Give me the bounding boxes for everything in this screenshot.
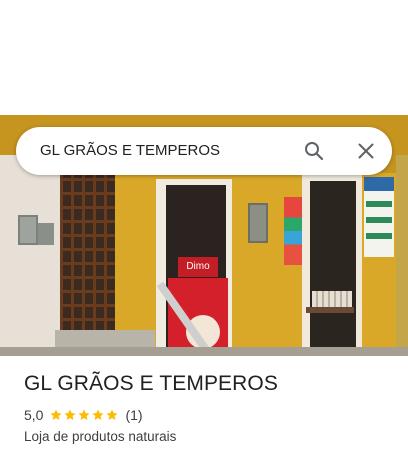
- photo-pavement: [0, 347, 408, 356]
- search-button[interactable]: [302, 139, 326, 163]
- photo-left-wall: [0, 155, 62, 356]
- photo-window-grille: [60, 175, 115, 335]
- search-query-text[interactable]: GL GRÃOS E TEMPEROS: [40, 127, 220, 175]
- photo-table: [306, 307, 354, 313]
- star-icon: [106, 409, 119, 420]
- place-category[interactable]: Loja de produtos naturais: [24, 429, 176, 444]
- star-icon: [92, 409, 105, 420]
- photo-shelf: [312, 291, 352, 307]
- search-bar[interactable]: GL GRÃOS E TEMPEROS: [16, 127, 392, 175]
- photo-electric-meter: [18, 215, 38, 245]
- photo-fridge-logo: Dimo: [178, 257, 218, 277]
- photo-right-wall: [396, 155, 408, 356]
- star-icon: [78, 409, 91, 420]
- photo-sign-stripe: [366, 217, 392, 223]
- star-icon: [64, 409, 77, 420]
- place-title: GL GRÃOS E TEMPEROS: [24, 372, 278, 395]
- photo-wall-panel: [248, 203, 268, 243]
- rating-value: 5,0: [24, 407, 44, 423]
- star-rating: [49, 408, 119, 422]
- star-icon: [50, 409, 63, 420]
- review-count[interactable]: (1): [125, 407, 142, 423]
- rating-row[interactable]: 5,0 (1): [24, 406, 143, 424]
- close-button[interactable]: [354, 139, 378, 163]
- photo-sign-stripe: [366, 233, 392, 239]
- close-icon: [358, 143, 374, 159]
- photo-sign-stripe: [366, 201, 392, 207]
- map-blank-area: [0, 0, 408, 115]
- photo-store-sign: [364, 177, 394, 257]
- search-icon: [305, 142, 324, 161]
- photo-door-right: [310, 181, 356, 356]
- photo-electric-meter-2: [38, 223, 54, 245]
